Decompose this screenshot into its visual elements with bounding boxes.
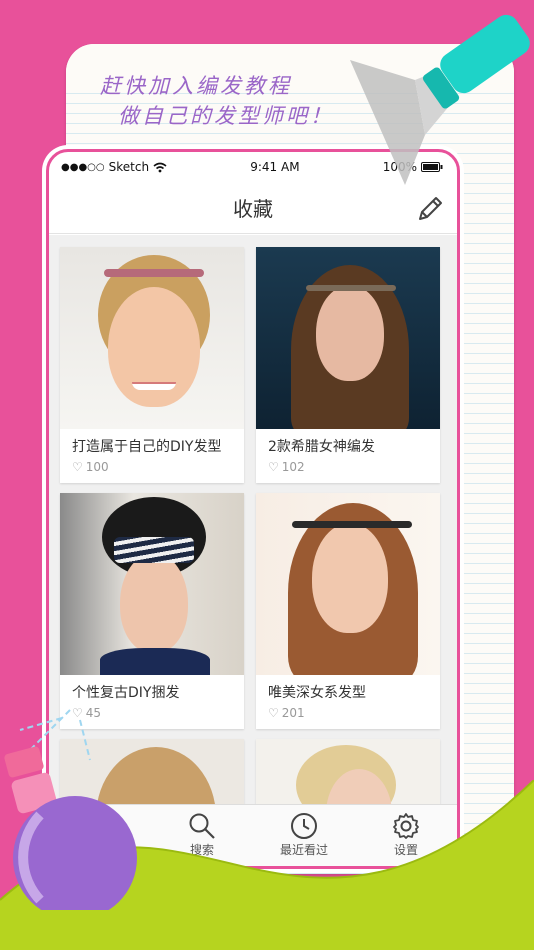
like-count-value: 201 xyxy=(281,706,305,720)
favorite-card[interactable]: 2款希腊女神编发 ♡ 102 xyxy=(256,247,440,483)
like-count-value: 102 xyxy=(281,460,305,474)
hairstyle-photo xyxy=(256,493,440,675)
card-title: 2款希腊女神编发 xyxy=(268,439,375,455)
page-title: 收藏 xyxy=(233,197,273,221)
heart-icon: ♡ xyxy=(72,460,83,474)
slogan-line-2: 做自己的发型师吧！ xyxy=(118,104,334,128)
perfume-bottle-icon xyxy=(4,709,137,910)
card-title: 打造属于自己的DIY发型 xyxy=(72,439,222,455)
hairstyle-photo xyxy=(60,493,244,675)
heart-icon: ♡ xyxy=(268,460,279,474)
favorite-card[interactable]: 唯美深女系发型 ♡ 201 xyxy=(256,493,440,729)
signal-icon: ●●●○○ xyxy=(61,161,105,173)
carrier-label: Sketch xyxy=(108,160,150,174)
hairstyle-photo xyxy=(60,247,244,429)
hairstyle-photo xyxy=(256,247,440,429)
favorite-card[interactable]: 打造属于自己的DIY发型 ♡ 100 xyxy=(60,247,244,483)
heart-icon: ♡ xyxy=(268,706,279,720)
like-count: ♡ 100 xyxy=(60,456,244,478)
highlighter-pen-icon xyxy=(350,14,530,185)
like-count: ♡ 102 xyxy=(256,456,440,478)
slogan-line-1: 赶快加入编发教程 xyxy=(100,74,292,98)
card-title: 唯美深女系发型 xyxy=(268,685,366,701)
status-time: 9:41 AM xyxy=(250,160,300,174)
like-count: ♡ 201 xyxy=(256,702,440,724)
like-count-value: 100 xyxy=(85,460,109,474)
wifi-icon xyxy=(153,162,167,172)
